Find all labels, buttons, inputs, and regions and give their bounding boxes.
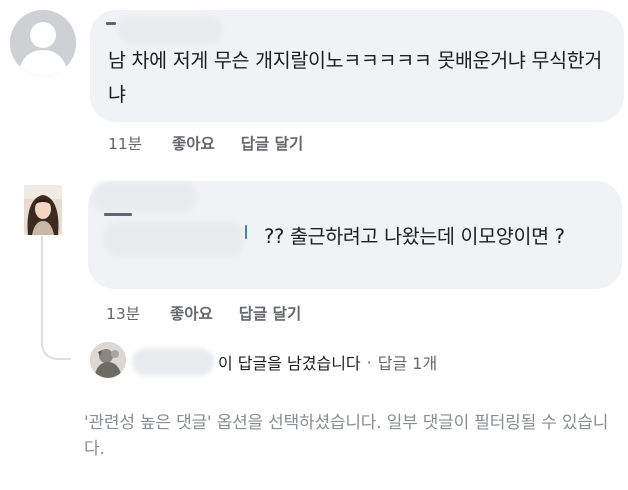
comment-thread: 남 차에 저게 무슨 개지랄이노ㅋㅋㅋㅋㅋ 못배운거냐 무식한거냐 11분 좋아… [0, 0, 628, 490]
thread-connector-line [41, 236, 71, 360]
comment-text: 남 차에 저게 무슨 개지랄이노ㅋㅋㅋㅋㅋ 못배운거냐 무식한거냐 [108, 49, 603, 106]
comment-time[interactable]: 13분 [106, 302, 140, 324]
redacted-name [132, 348, 214, 376]
commenter-name-fragment [106, 22, 116, 25]
like-button[interactable]: 좋아요 [170, 302, 213, 324]
comment-text: ?? 출근하려고 나왔는데 이모양이면 ? [108, 220, 618, 254]
commenter-name-fragment [104, 213, 132, 216]
redacted-name [92, 182, 196, 212]
view-replies-link[interactable]: 이 답글을 남겼습니다 · 답글 1개 [218, 350, 437, 374]
comment-actions: 13분 좋아요 답글 달기 [106, 302, 301, 324]
like-button[interactable]: 좋아요 [172, 132, 215, 154]
separator-dot: · [366, 352, 372, 372]
reply-count: 답글 1개 [377, 354, 438, 373]
comment-actions: 11분 좋아요 답글 달기 [108, 132, 303, 154]
reply-summary-text: 이 답글을 남겼습니다 [218, 354, 361, 373]
user-photo-avatar[interactable] [24, 185, 62, 235]
reply-button[interactable]: 답글 달기 [239, 302, 301, 324]
replier-avatar[interactable] [90, 342, 126, 378]
filter-notice: '관련성 높은 댓글' 옵션을 선택하셨습니다. 일부 댓글이 필터링될 수 있… [84, 413, 609, 459]
redacted-name [118, 16, 222, 44]
comment-time[interactable]: 11분 [108, 132, 142, 154]
default-avatar-icon[interactable] [10, 10, 76, 76]
comment-text-content: ?? 출근하려고 나왔는데 이모양이면 ? [264, 225, 565, 248]
reply-button[interactable]: 답글 달기 [241, 132, 303, 154]
